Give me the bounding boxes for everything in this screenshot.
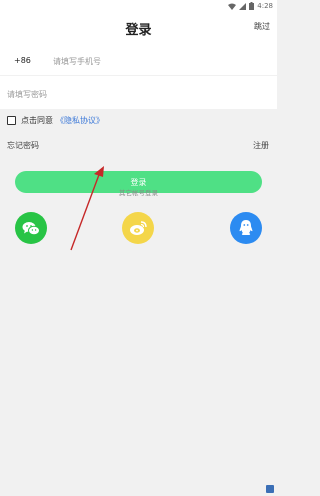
wechat-login-button[interactable] <box>15 212 47 244</box>
forgot-password-link[interactable]: 忘记密码 <box>7 140 39 151</box>
agreement-row: 点击同意 《隐私协议》 <box>7 115 104 126</box>
country-code-selector[interactable]: +86 <box>14 56 31 65</box>
watermark-logo <box>266 485 274 493</box>
weibo-login-button[interactable] <box>122 212 154 244</box>
phone-input[interactable] <box>53 52 253 70</box>
agree-label: 点击同意 <box>21 116 53 125</box>
skip-button[interactable]: 跳过 <box>254 21 270 32</box>
weibo-icon <box>130 220 147 235</box>
page-title: 登录 <box>125 23 152 38</box>
status-bar: 4:28 <box>0 0 277 12</box>
status-time: 4:28 <box>257 2 273 10</box>
qq-icon <box>239 220 253 235</box>
watermark <box>266 485 274 493</box>
battery-icon <box>249 2 255 10</box>
signal-icon <box>239 2 247 10</box>
password-input[interactable] <box>7 85 247 103</box>
wifi-icon <box>228 3 237 10</box>
other-login-label: 其它帐号登录 <box>119 189 158 197</box>
register-link[interactable]: 注册 <box>253 140 269 151</box>
privacy-link[interactable]: 《隐私协议》 <box>56 115 104 126</box>
agree-checkbox[interactable] <box>7 116 16 125</box>
status-icons: 4:28 <box>228 0 273 12</box>
form-divider <box>0 75 277 76</box>
wechat-icon <box>22 221 40 235</box>
qq-login-button[interactable] <box>230 212 262 244</box>
header: 登录 跳过 <box>0 12 277 42</box>
